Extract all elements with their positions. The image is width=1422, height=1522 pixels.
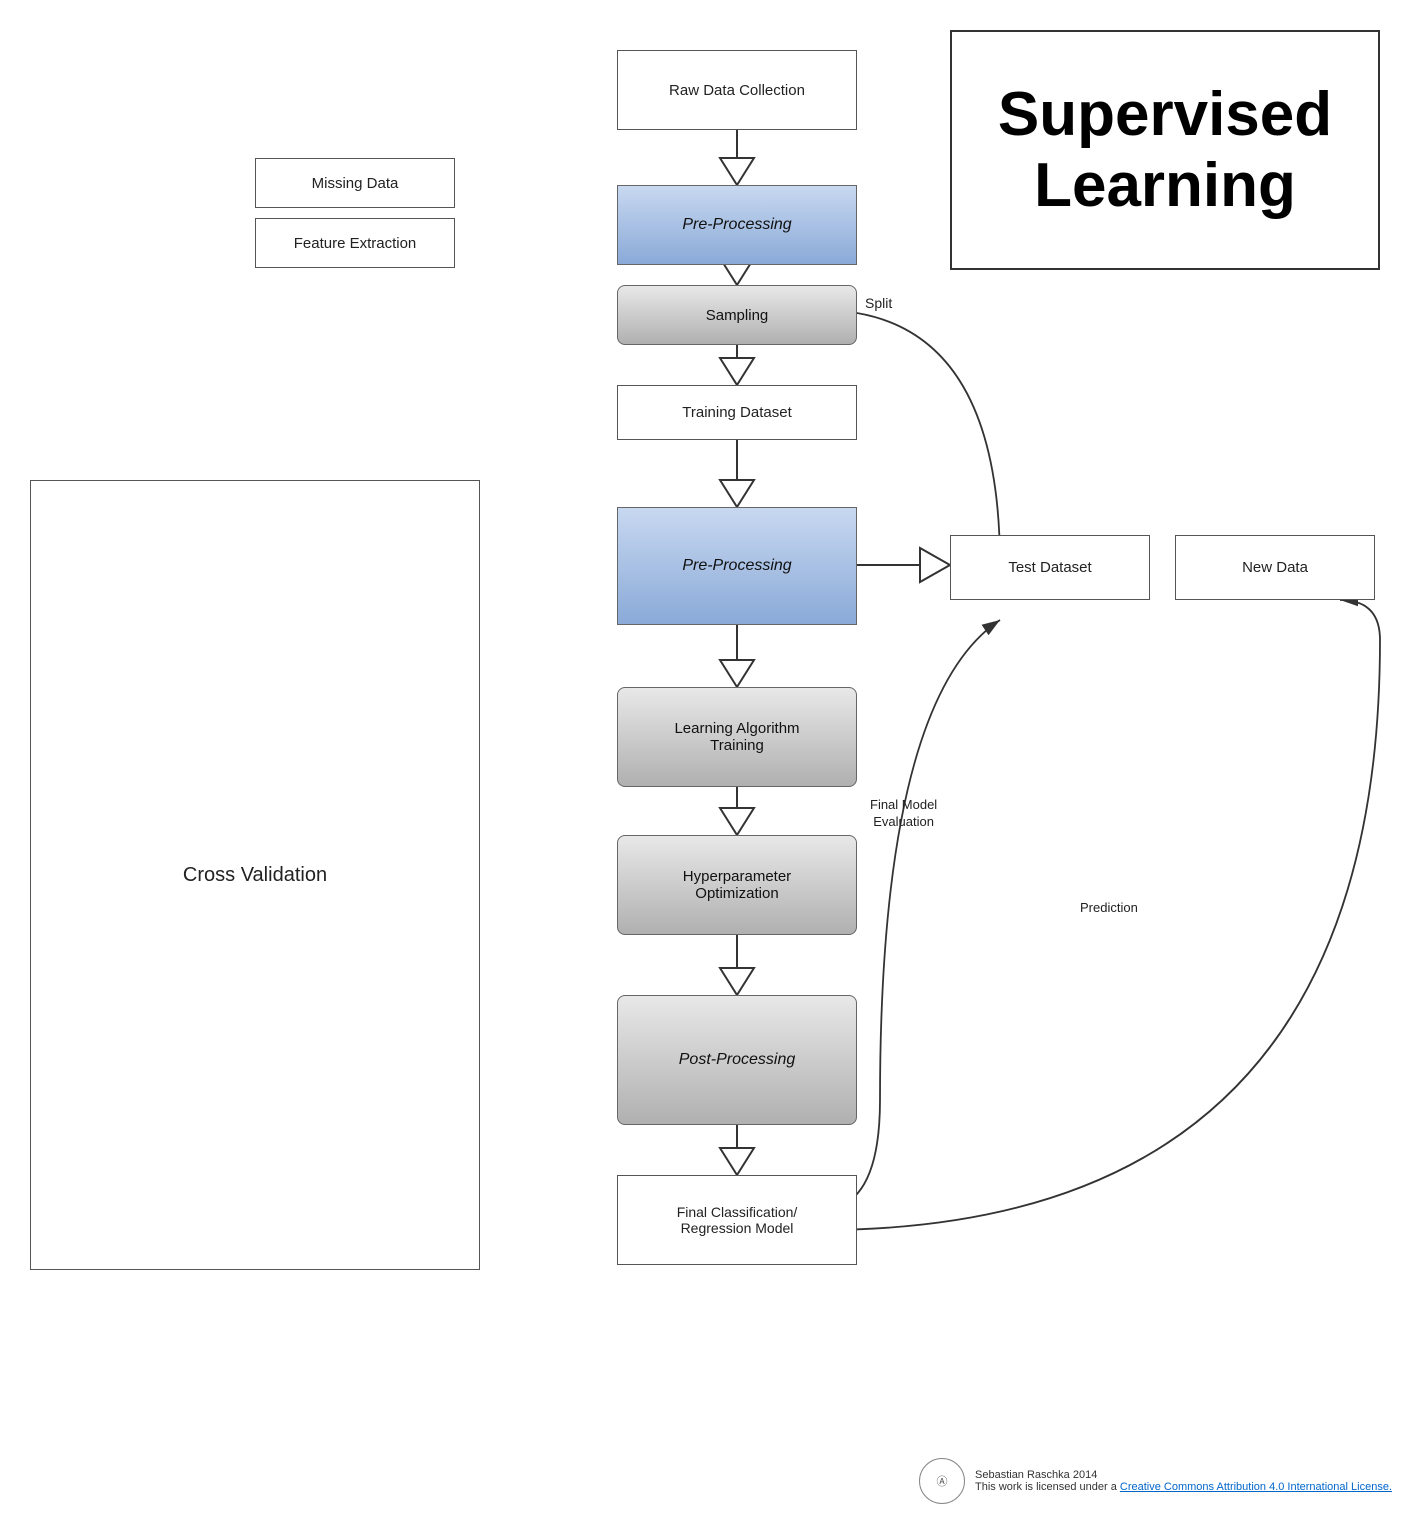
cross-validation-box: Cross Validation <box>30 480 480 1270</box>
hyperparameter-box: Hyperparameter Optimization <box>617 835 857 935</box>
missing-data-box: Missing Data <box>255 158 455 208</box>
cc-icon: Ⓐ <box>919 1458 965 1504</box>
pre-processing-top-box: Pre-Processing <box>617 185 857 265</box>
prediction-label: Prediction <box>1080 900 1138 915</box>
supervised-learning-title: Supervised Learning <box>950 30 1380 270</box>
raw-data-collection-box: Raw Data Collection <box>617 50 857 130</box>
final-model-evaluation-label: Final Model Evaluation <box>870 780 937 831</box>
new-data-box: New Data <box>1175 535 1375 600</box>
sampling-box: Sampling <box>617 285 857 345</box>
test-dataset-box: Test Dataset <box>950 535 1150 600</box>
learning-algorithm-box: Learning Algorithm Training <box>617 687 857 787</box>
post-processing-box: Post-Processing <box>617 995 857 1125</box>
diagram-container: Supervised Learning Raw Data Collection … <box>0 0 1422 1522</box>
training-dataset-box: Training Dataset <box>617 385 857 440</box>
footer: Ⓐ Sebastian Raschka 2014 This work is li… <box>919 1458 1392 1504</box>
split-label: Split <box>865 295 892 311</box>
final-classification-box: Final Classification/ Regression Model <box>617 1175 857 1265</box>
footer-text: Sebastian Raschka 2014 This work is lice… <box>975 1469 1392 1493</box>
pre-processing-mid-box: Pre-Processing <box>617 507 857 625</box>
license-link[interactable]: Creative Commons Attribution 4.0 Interna… <box>1120 1481 1392 1493</box>
feature-extraction-box: Feature Extraction <box>255 218 455 268</box>
